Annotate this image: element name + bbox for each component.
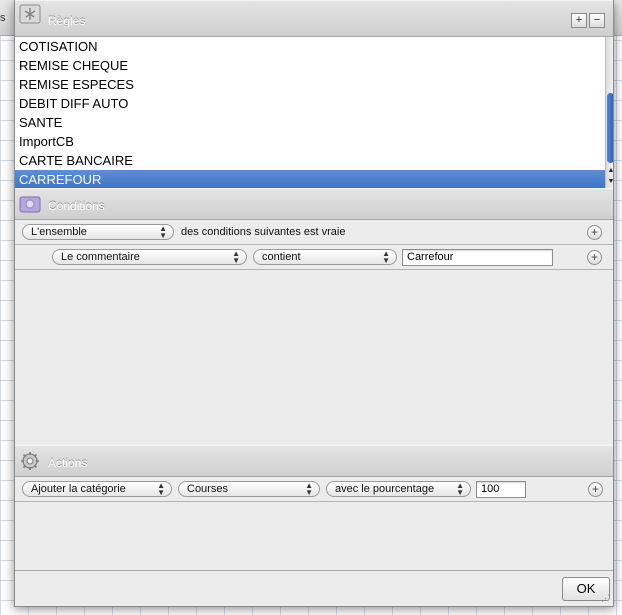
rule-item-carte-bancaire[interactable]: CARTE BANCAIRE (15, 151, 605, 170)
rules-scroll-thumb[interactable] (607, 93, 613, 163)
condition-field-select[interactable]: Le commentaire ▲ ▼ (52, 249, 247, 265)
match-mode-value: L'ensemble (31, 226, 87, 238)
action-mode-value: avec le pourcentage (335, 483, 435, 495)
action-type-value: Ajouter la catégorie (31, 483, 126, 495)
match-description: des conditions suivantes est vraie (181, 226, 346, 238)
conditions-icon (19, 196, 41, 213)
conditions-match-row: L'ensemble ▲ ▼ des conditions suivantes e… (15, 220, 613, 245)
gear-icon (21, 452, 39, 470)
scroll-up-arrow-icon[interactable]: ▲ (607, 166, 613, 175)
rule-item-cotisation[interactable]: COTISATION (15, 37, 605, 56)
resize-grip-icon[interactable]: ⋰ (601, 593, 613, 605)
action-category-select[interactable]: Courses ▲ ▼ (178, 481, 320, 497)
rules-scrollbar[interactable]: ▲ ▼ (605, 37, 613, 188)
popup-arrows-icon: ▲ ▼ (382, 249, 390, 265)
popup-arrows-icon: ▲ ▼ (305, 481, 313, 497)
background-header-text: s (0, 12, 6, 24)
action-percentage-field[interactable]: 100 (476, 481, 526, 498)
conditions-title: Conditions (48, 199, 105, 213)
condition-value-field[interactable]: Carrefour (402, 249, 553, 266)
match-mode-select[interactable]: L'ensemble ▲ ▼ (22, 224, 174, 240)
popup-arrows-icon: ▲ ▼ (159, 224, 167, 240)
rule-item-carrefour[interactable]: CARREFOUR (15, 170, 605, 188)
popup-arrows-icon: ▲ ▼ (157, 481, 165, 497)
condition-row: Le commentaire ▲ ▼ contient ▲ ▼ Carrefour … (15, 245, 613, 270)
actions-title: Actions (48, 456, 88, 470)
condition-operator-select[interactable]: contient ▲ ▼ (253, 249, 397, 265)
add-rule-button[interactable]: + (571, 13, 587, 28)
popup-arrows-icon: ▲ ▼ (456, 481, 464, 497)
conditions-empty-area (15, 270, 613, 445)
action-row: Ajouter la catégorie ▲ ▼ Courses ▲ ▼ avec … (15, 477, 613, 502)
add-condition-button[interactable]: + (587, 250, 602, 265)
popup-arrows-icon: ▲ ▼ (232, 249, 240, 265)
rule-item-importcb[interactable]: ImportCB (15, 132, 605, 151)
add-action-button[interactable]: + (588, 482, 603, 497)
actions-section-header: Actions (15, 445, 613, 477)
remove-rule-button[interactable]: − (589, 13, 605, 28)
condition-operator-value: contient (262, 251, 301, 263)
rule-item-remise-cheque[interactable]: REMISE CHEQUE (15, 56, 605, 75)
rules-section-header: Règles + − (15, 0, 613, 37)
rule-item-sante[interactable]: SANTE (15, 113, 605, 132)
rules-title: Règles (48, 14, 86, 28)
rules-list: COTISATION REMISE CHEQUE REMISE ESPECES … (15, 37, 605, 188)
actions-empty-area (15, 502, 613, 571)
action-category-value: Courses (187, 483, 228, 495)
add-condition-group-button[interactable]: + (587, 225, 602, 240)
rule-item-debit-diff-auto[interactable]: DEBIT DIFF AUTO (15, 94, 605, 113)
conditions-section-header: Conditions (15, 188, 613, 220)
action-type-select[interactable]: Ajouter la catégorie ▲ ▼ (22, 481, 172, 497)
condition-field-value: Le commentaire (61, 251, 140, 263)
rule-item-remise-especes[interactable]: REMISE ESPECES (15, 75, 605, 94)
scroll-down-arrow-icon[interactable]: ▼ (607, 177, 613, 186)
action-mode-select[interactable]: avec le pourcentage ▲ ▼ (326, 481, 471, 497)
footer-divider (15, 570, 613, 571)
rules-editor-sheet: Règles + − COTISATION REMISE CHEQUE REMI… (14, 0, 614, 607)
rules-icon (19, 4, 41, 24)
